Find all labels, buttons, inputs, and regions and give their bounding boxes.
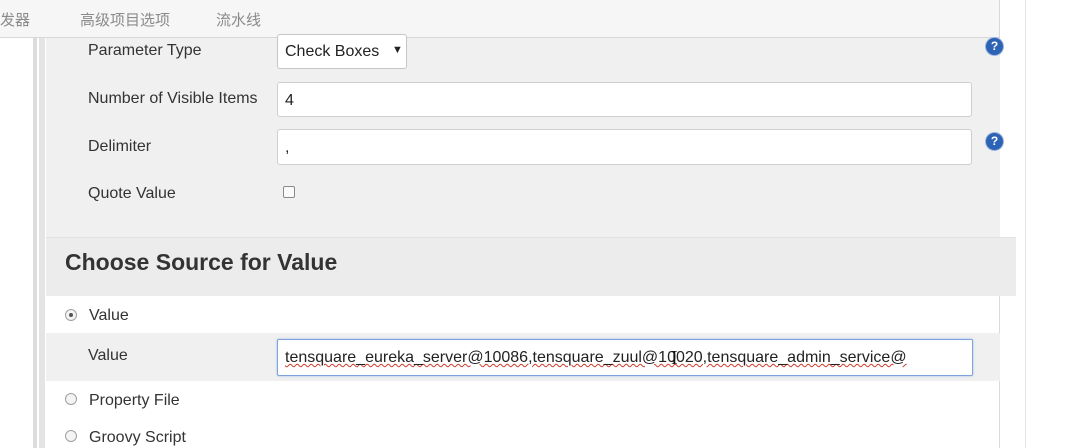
chevron-down-icon: ▼ <box>392 44 403 56</box>
section-title: Choose Source for Value <box>65 249 338 275</box>
visible-items-label: Number of Visible Items <box>88 90 258 107</box>
quote-value-label: Quote Value <box>88 185 176 202</box>
value-field-label: Value <box>88 347 128 364</box>
tab-pipeline[interactable]: 流水线 <box>216 9 261 30</box>
property-file-label[interactable]: Property File <box>89 392 180 410</box>
quote-value-checkbox[interactable] <box>283 186 295 198</box>
scroll-track <box>1025 0 1026 448</box>
delimiter-label: Delimiter <box>88 138 152 155</box>
groovy-script-label[interactable]: Groovy Script <box>89 429 186 447</box>
source-section-header: Choose Source for Value <box>46 237 1016 296</box>
parameter-type-value: Check Boxes <box>285 43 380 60</box>
value-input-text: tensquare_eureka_server@10086,tensquare_… <box>285 349 907 366</box>
text-cursor-icon: I <box>671 347 678 369</box>
nesting-bar <box>33 38 37 448</box>
value-radio[interactable] <box>65 309 77 321</box>
tab-advanced-project-options[interactable]: 高级项目选项 <box>80 9 170 30</box>
help-icon[interactable]: ? <box>986 38 1003 55</box>
visible-items-input[interactable]: 4 <box>277 82 972 117</box>
delimiter-input[interactable]: , <box>277 129 972 165</box>
parameter-type-label: Parameter Type <box>88 42 202 59</box>
visible-items-value: 4 <box>285 92 294 109</box>
parameter-type-select[interactable]: Check Boxes ▼ <box>277 34 407 69</box>
delimiter-value: , <box>285 139 290 156</box>
property-file-radio[interactable] <box>65 393 77 405</box>
help-icon[interactable]: ? <box>986 133 1003 150</box>
value-option-label[interactable]: Value <box>89 307 129 325</box>
tab-triggers[interactable]: 触发器 <box>0 9 30 30</box>
tab-bar: 触发器 高级项目选项 流水线 <box>0 0 1000 38</box>
groovy-script-radio[interactable] <box>65 430 77 442</box>
nesting-bar-inner <box>39 38 45 448</box>
value-input[interactable]: tensquare_eureka_server@10086,tensquare_… <box>277 339 973 376</box>
